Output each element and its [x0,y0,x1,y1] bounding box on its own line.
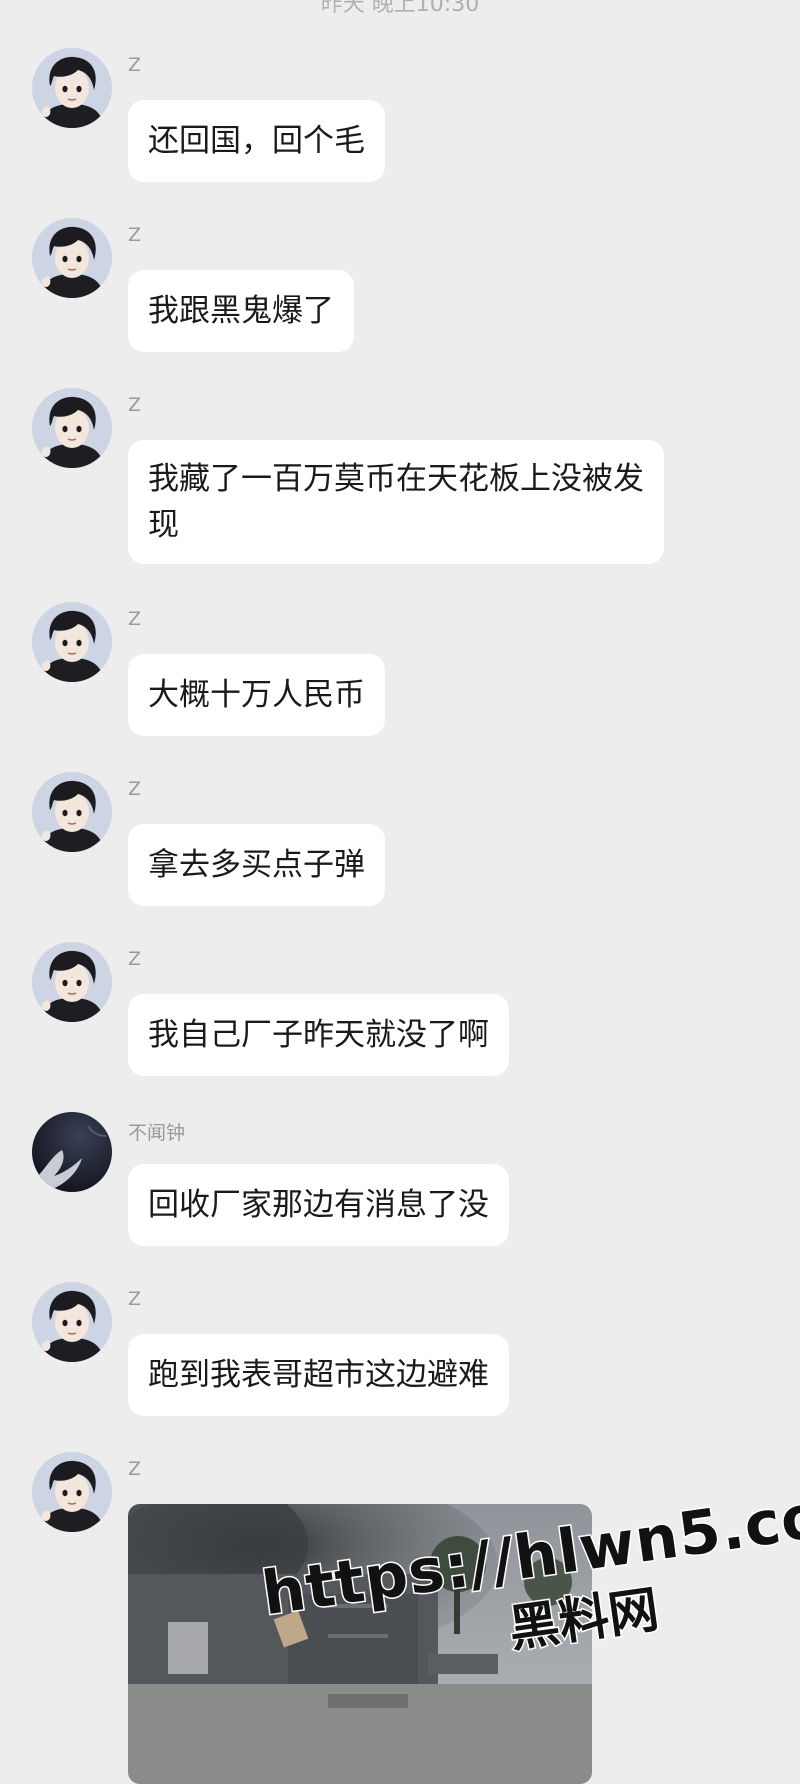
message-bubble[interactable]: 我自己厂子昨天就没了啊 [128,994,509,1076]
dark-night-avatar-icon[interactable] [32,1112,112,1192]
sender-name: Z [128,224,142,246]
boy-avatar-icon[interactable] [32,602,112,682]
chat-timestamp: 昨天 晚上10:30 [320,0,480,17]
boy-avatar-icon[interactable] [32,388,112,468]
message-bubble[interactable]: 我跟黑鬼爆了 [128,270,354,352]
message-bubble[interactable]: 跑到我表哥超市这边避难 [128,1334,509,1416]
sender-name: Z [128,778,142,800]
boy-avatar-icon[interactable] [32,218,112,298]
message-bubble[interactable]: 我藏了一百万莫币在天花板上没被发现 [128,440,664,564]
sender-name: Z [128,54,142,76]
boy-avatar-icon[interactable] [32,1452,112,1532]
message-bubble[interactable]: 大概十万人民币 [128,654,385,736]
message-bubble[interactable]: 回收厂家那边有消息了没 [128,1164,509,1246]
sender-name: Z [128,608,142,630]
boy-avatar-icon[interactable] [32,1282,112,1362]
sender-name: Z [128,394,142,416]
smoke-building-photo[interactable] [128,1504,592,1784]
sender-name: Z [128,1288,142,1310]
boy-avatar-icon[interactable] [32,942,112,1022]
sender-name: Z [128,1458,142,1480]
sender-name: 不闻钟 [128,1122,186,1144]
boy-avatar-icon[interactable] [32,772,112,852]
message-bubble[interactable]: 还回国，回个毛 [128,100,385,182]
boy-avatar-icon[interactable] [32,48,112,128]
message-bubble[interactable]: 拿去多买点子弹 [128,824,385,906]
sender-name: Z [128,948,142,970]
